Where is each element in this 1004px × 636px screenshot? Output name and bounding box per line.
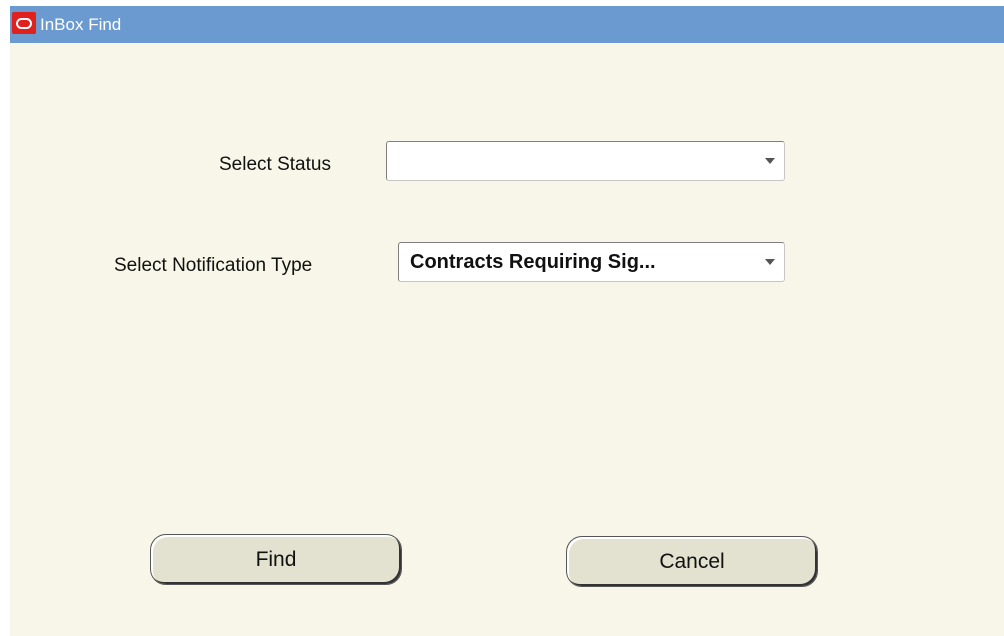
find-button[interactable]: Find — [150, 534, 402, 585]
chevron-down-icon[interactable] — [765, 259, 775, 265]
find-button-label: Find — [255, 548, 297, 571]
select-status-label: Select Status — [219, 154, 331, 175]
chevron-down-icon[interactable] — [765, 158, 775, 164]
notification-type-select[interactable]: Contracts Requiring Sig... — [398, 242, 785, 282]
select-notification-type-label: Select Notification Type — [114, 255, 313, 276]
cancel-button-label: Cancel — [659, 550, 725, 573]
cancel-button[interactable]: Cancel — [566, 536, 818, 587]
inbox-find-window: InBox Find Select Status Select Notifica… — [10, 6, 1004, 636]
status-select[interactable] — [386, 141, 785, 181]
title-bar: InBox Find — [10, 6, 1004, 43]
oracle-logo-icon — [12, 12, 36, 34]
window-title: InBox Find — [40, 15, 122, 34]
notification-type-select-value: Contracts Requiring Sig... — [410, 251, 656, 273]
